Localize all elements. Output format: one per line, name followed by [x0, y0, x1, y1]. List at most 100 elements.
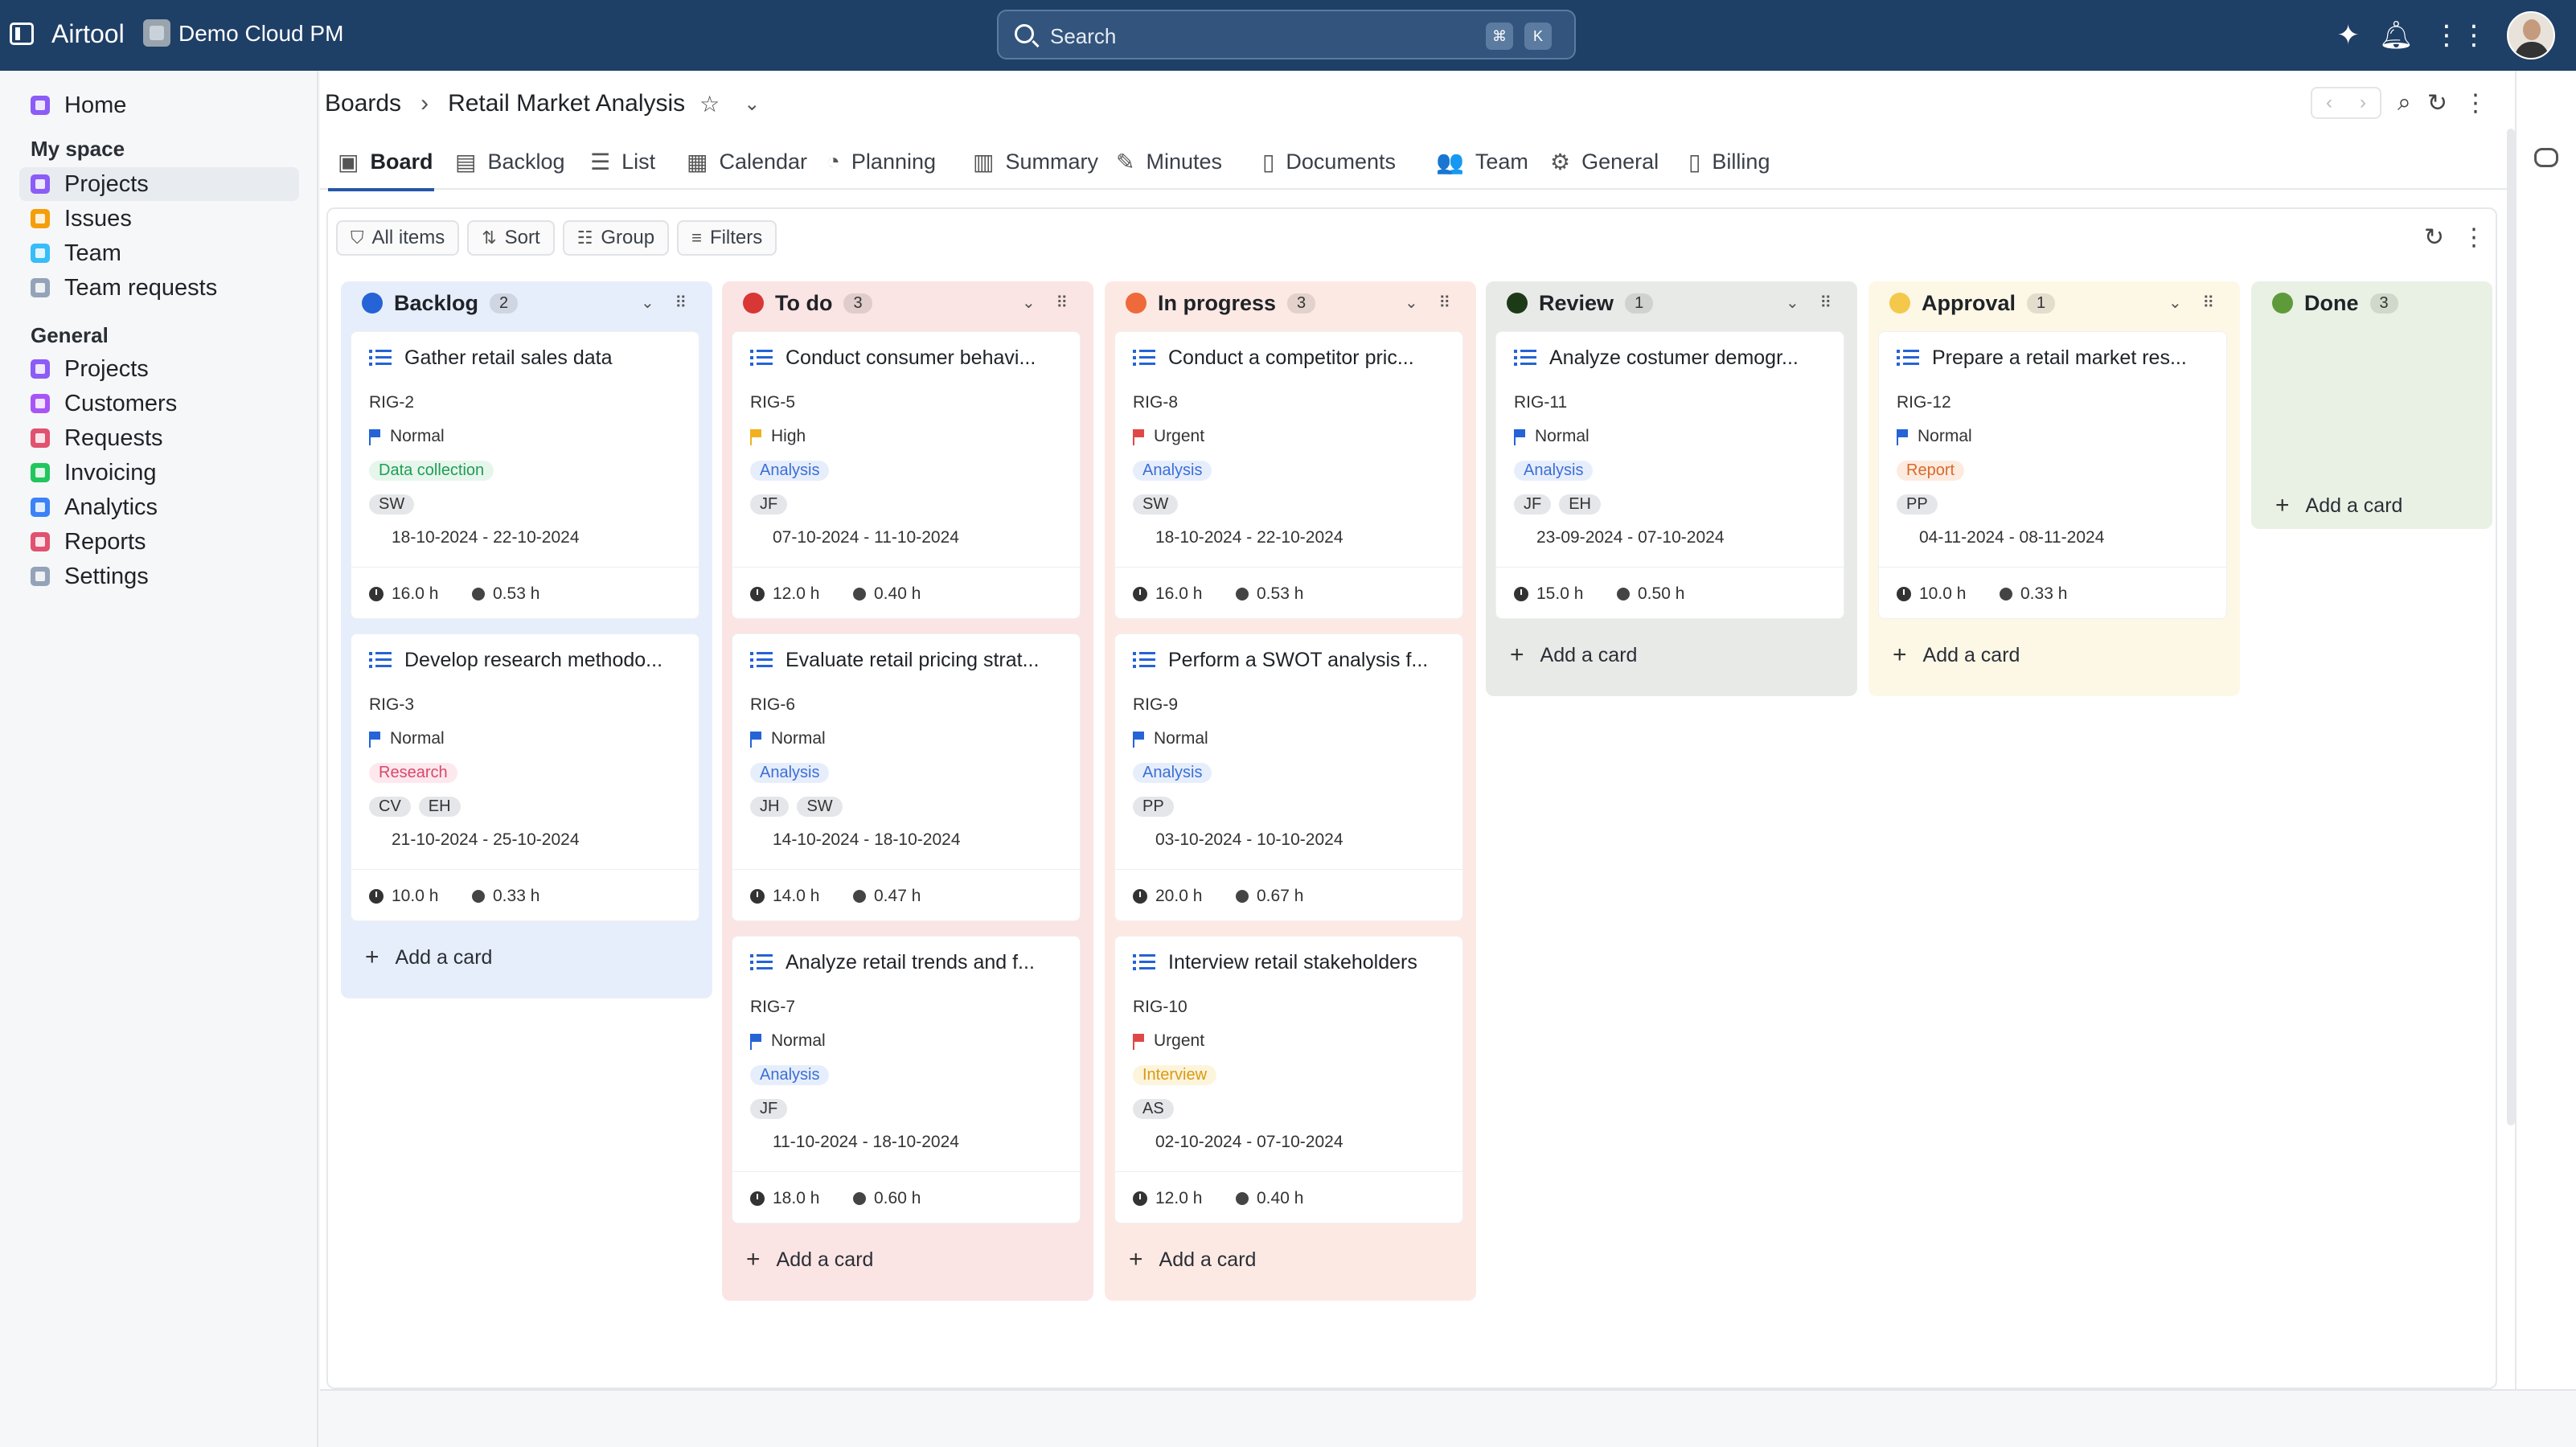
sidebar-item-team[interactable]: Team [19, 236, 299, 270]
search-icon [1015, 24, 1034, 43]
column-menu-icon[interactable]: ⌄ ⠿ [641, 293, 695, 313]
filter-icon: ⛉ [351, 228, 364, 248]
tab-billing[interactable]: ▯ Billing [1688, 145, 1770, 178]
ai-sparkle-icon[interactable]: ✦ [2336, 19, 2360, 51]
task-card[interactable]: Conduct consumer behavi... RIG-5 High Analy… [732, 331, 1081, 619]
sidebar-item-home[interactable]: Home [19, 88, 299, 122]
task-card[interactable]: Interview retail stakeholders RIG-10 Urgen… [1114, 936, 1463, 1224]
tab-summary[interactable]: ▥ Summary [973, 145, 1098, 178]
refresh-icon[interactable]: ↻ [2427, 89, 2447, 117]
task-list-icon [369, 348, 392, 367]
more-icon[interactable]: ⋮ [2463, 89, 2488, 117]
add-card-button[interactable]: + Add a card [746, 1246, 873, 1273]
sidebar-item-projects[interactable]: Projects [19, 352, 299, 386]
column-header[interactable]: Approval 1 ⌄ ⠿ [1868, 281, 2240, 325]
column-menu-icon[interactable]: ⌄ ⠿ [1022, 293, 1076, 313]
column-header[interactable]: In progress 3 ⌄ ⠿ [1105, 281, 1476, 325]
back-icon[interactable]: ‹ [2326, 92, 2332, 114]
assignee-badge[interactable]: PP [1897, 494, 1938, 514]
card-time-spent: 0.40 h [853, 584, 921, 604]
column-header[interactable]: Review 1 ⌄ ⠿ [1486, 281, 1857, 325]
sidebar-item-projects[interactable]: Projects [19, 167, 299, 201]
assignee-badge[interactable]: JH [750, 797, 790, 817]
sidebar-item-invoicing[interactable]: Invoicing [19, 456, 299, 490]
task-card[interactable]: Evaluate retail pricing strat... RIG-6 Nor… [732, 633, 1081, 921]
assignee-badge[interactable]: JF [1514, 494, 1552, 514]
sidebar-item-reports[interactable]: Reports [19, 525, 299, 559]
assignee-badge[interactable]: CV [369, 797, 411, 817]
add-card-button[interactable]: + Add a card [1893, 642, 2020, 669]
card-estimate: 15.0 h [1514, 584, 1583, 604]
forward-icon[interactable]: › [2360, 92, 2366, 114]
tab-documents[interactable]: ▯ Documents [1262, 145, 1396, 178]
column-menu-icon[interactable]: ⌄ ⠿ [2168, 293, 2222, 313]
team-icon [31, 244, 50, 263]
search-page-icon[interactable]: ⌕ [2398, 89, 2411, 117]
add-card-button[interactable]: + Add a card [1129, 1246, 1256, 1273]
assignee-badge[interactable]: SW [369, 494, 415, 514]
apps-grid-icon[interactable]: ⋮⋮ [2433, 19, 2488, 51]
sort-button[interactable]: ⇅ Sort [467, 220, 555, 256]
tab-calendar[interactable]: ▦ Calendar [687, 145, 807, 178]
task-card[interactable]: Prepare a retail market res... RIG-12 Norm… [1878, 331, 2227, 619]
column-header[interactable]: Done 3 [2251, 281, 2492, 325]
task-card[interactable]: Develop research methodo... RIG-3 Normal Re… [351, 633, 699, 921]
group-button[interactable]: ☷ Group [562, 220, 670, 256]
tab-planning[interactable]: ◔ Planning [827, 145, 936, 178]
add-card-button[interactable]: + Add a card [365, 944, 492, 971]
avatar[interactable] [2507, 11, 2555, 59]
workspace-name[interactable]: Demo Cloud PM [178, 21, 343, 47]
task-card[interactable]: Analyze retail trends and f... RIG-7 Norma… [732, 936, 1081, 1224]
assignee-badge[interactable]: JF [750, 1099, 788, 1119]
add-card-button[interactable]: + Add a card [2275, 492, 2402, 519]
task-card[interactable]: Analyze costumer demogr... RIG-11 Normal An… [1495, 331, 1844, 619]
filters-button[interactable]: ≡ Filters [677, 220, 777, 256]
sidebar-item-team-requests[interactable]: Team requests [19, 271, 299, 305]
star-icon[interactable]: ☆ [699, 91, 720, 117]
assignee-badge[interactable]: EH [1559, 494, 1602, 514]
assignee-badge[interactable]: PP [1133, 797, 1174, 817]
task-list-icon [369, 650, 392, 670]
task-card[interactable]: Gather retail sales data RIG-2 Normal Data … [351, 331, 699, 619]
priority-label: Normal [1154, 729, 1208, 748]
tab-minutes[interactable]: ✎ Minutes [1116, 145, 1222, 178]
chevron-down-icon[interactable]: ⌄ [744, 92, 760, 116]
task-list-icon [1133, 953, 1155, 972]
sidebar-toggle-icon[interactable] [10, 23, 34, 45]
breadcrumb-boards[interactable]: Boards [325, 90, 401, 117]
sidebar-item-customers[interactable]: Customers [19, 387, 299, 420]
assignee-badge[interactable]: SW [1133, 494, 1179, 514]
tab-team[interactable]: 👥 Team [1436, 145, 1528, 178]
tab-backlog[interactable]: ▤ Backlog [455, 145, 565, 178]
board-more-icon[interactable]: ⋮ [2462, 223, 2486, 252]
sidebar-item-settings[interactable]: Settings [19, 560, 299, 593]
vertical-scrollbar[interactable] [2507, 129, 2515, 1125]
board-refresh-icon[interactable]: ↻ [2424, 223, 2444, 252]
add-card-button[interactable]: + Add a card [1510, 642, 1637, 669]
tab-board[interactable]: ▣ Board [338, 145, 433, 178]
sidebar-item-issues[interactable]: Issues [19, 202, 299, 236]
tab-general[interactable]: ⚙ General [1550, 145, 1659, 178]
task-card[interactable]: Perform a SWOT analysis f... RIG-9 Normal A… [1114, 633, 1463, 921]
comment-icon[interactable] [2534, 148, 2558, 167]
sidebar-item-requests[interactable]: Requests [19, 421, 299, 455]
assignee-badge[interactable]: EH [418, 797, 461, 817]
card-priority: Normal [369, 729, 445, 748]
task-card[interactable]: Conduct a competitor pric... RIG-8 Urgent A… [1114, 331, 1463, 619]
sidebar-item-analytics[interactable]: Analytics [19, 490, 299, 524]
card-divider [351, 567, 699, 568]
bell-icon[interactable]: 🔔︎ [2379, 19, 2414, 51]
board-column-backlog: Backlog 2 ⌄ ⠿ Gather retail sales data RIG-2… [341, 281, 712, 998]
tab-list[interactable]: ☰ List [590, 145, 655, 178]
app-name[interactable]: Airtool [51, 19, 125, 49]
all-items-button[interactable]: ⛉ All items [336, 220, 460, 256]
column-menu-icon[interactable]: ⌄ ⠿ [1405, 293, 1458, 313]
search-input[interactable]: Search ⌘ K [997, 10, 1576, 59]
column-header[interactable]: Backlog 2 ⌄ ⠿ [341, 281, 712, 325]
assignee-badge[interactable]: JF [750, 494, 788, 514]
column-header[interactable]: To do 3 ⌄ ⠿ [722, 281, 1093, 325]
column-menu-icon[interactable]: ⌄ ⠿ [1786, 293, 1840, 313]
assignee-badge[interactable]: SW [797, 797, 843, 817]
card-estimate: 16.0 h [1133, 584, 1202, 604]
assignee-badge[interactable]: AS [1133, 1099, 1174, 1119]
